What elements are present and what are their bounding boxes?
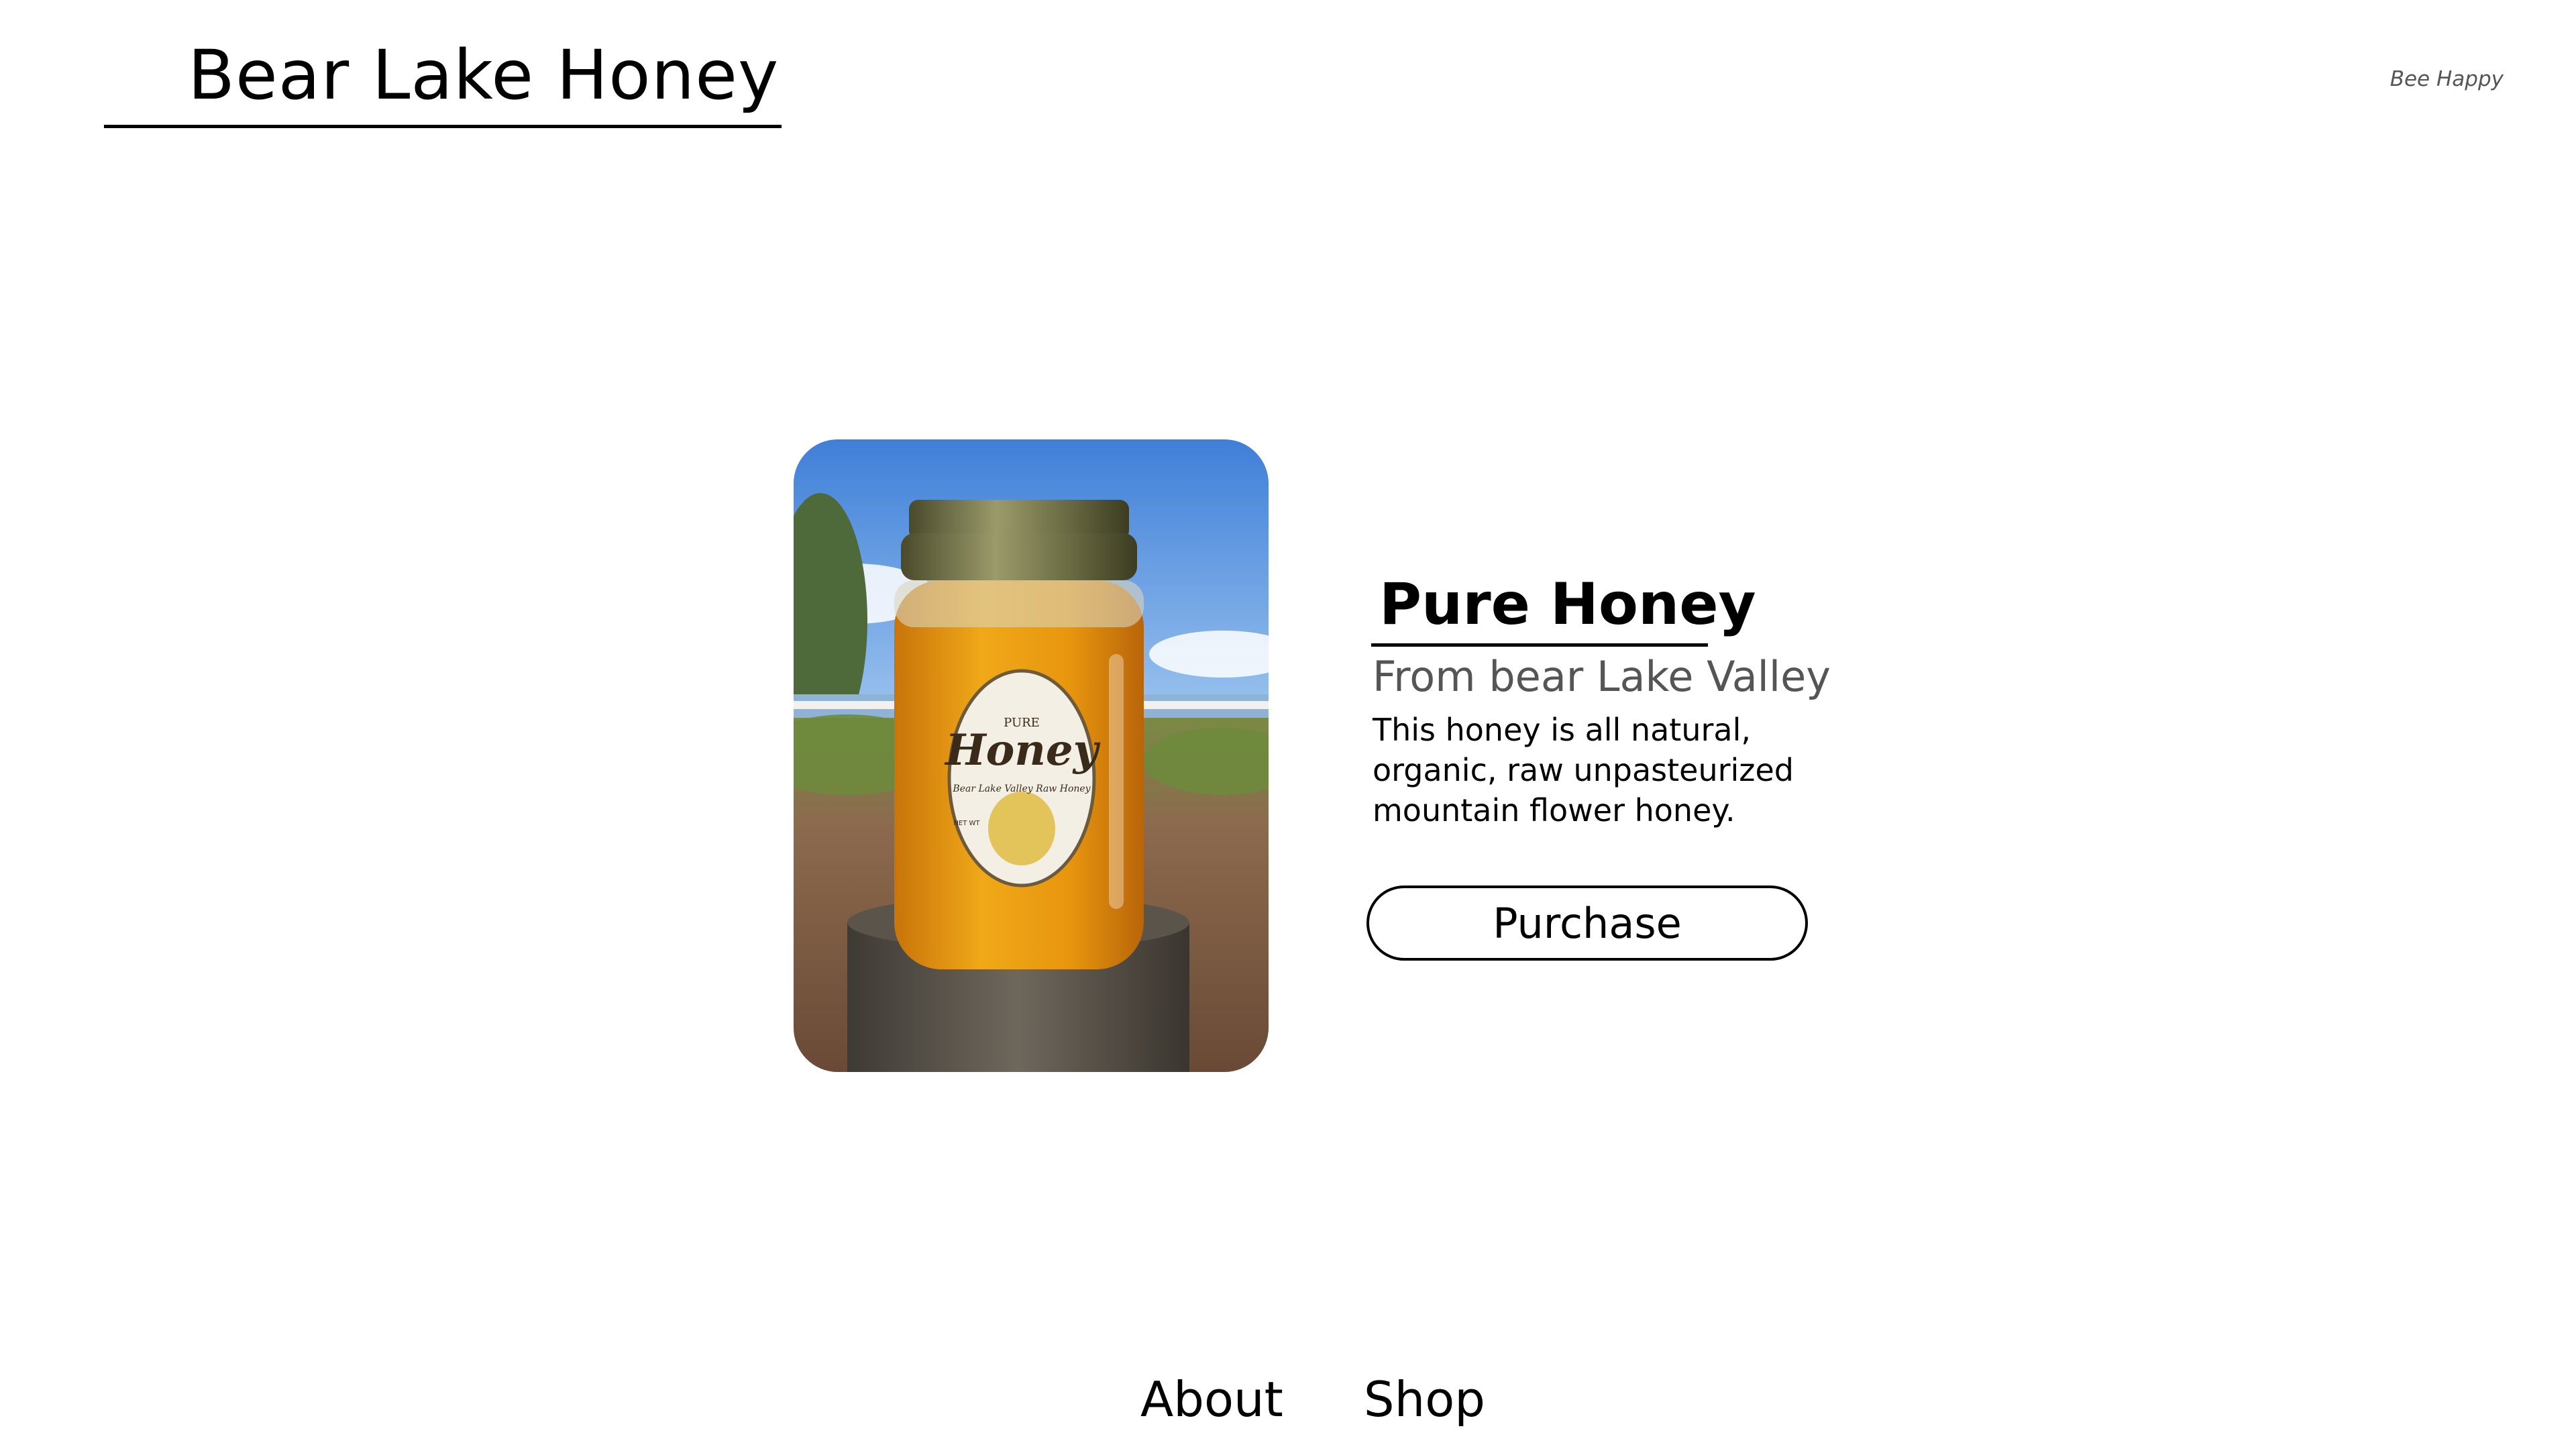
label-honey-text: Honey [944, 725, 1100, 775]
label-net-text: NET WT [953, 820, 980, 827]
product-origin: From bear Lake Valley [1373, 652, 1831, 701]
product-name-underline [1371, 643, 1708, 647]
product-name: Pure Honey [1379, 571, 1756, 638]
purchase-button[interactable]: Purchase [1366, 885, 1808, 961]
page: Bear Lake Honey Bee Happy PURE Honey Bea… [0, 0, 2576, 1449]
nav-link-shop[interactable]: Shop [1364, 1375, 1485, 1424]
honey-jar-image: PURE Honey Bear Lake Valley Raw Honey NE… [794, 439, 1269, 1072]
label-script-text: Bear Lake Valley Raw Honey [952, 784, 1091, 794]
bottom-nav: About Shop [1140, 1375, 1485, 1424]
site-title[interactable]: Bear Lake Honey [188, 42, 779, 110]
product-description: This honey is all natural, organic, raw … [1373, 712, 1794, 828]
tagline: Bee Happy [2390, 67, 2504, 91]
product-photo: PURE Honey Bear Lake Valley Raw Honey NE… [794, 439, 1269, 1072]
nav-link-about[interactable]: About [1140, 1375, 1283, 1424]
title-underline [104, 125, 782, 128]
